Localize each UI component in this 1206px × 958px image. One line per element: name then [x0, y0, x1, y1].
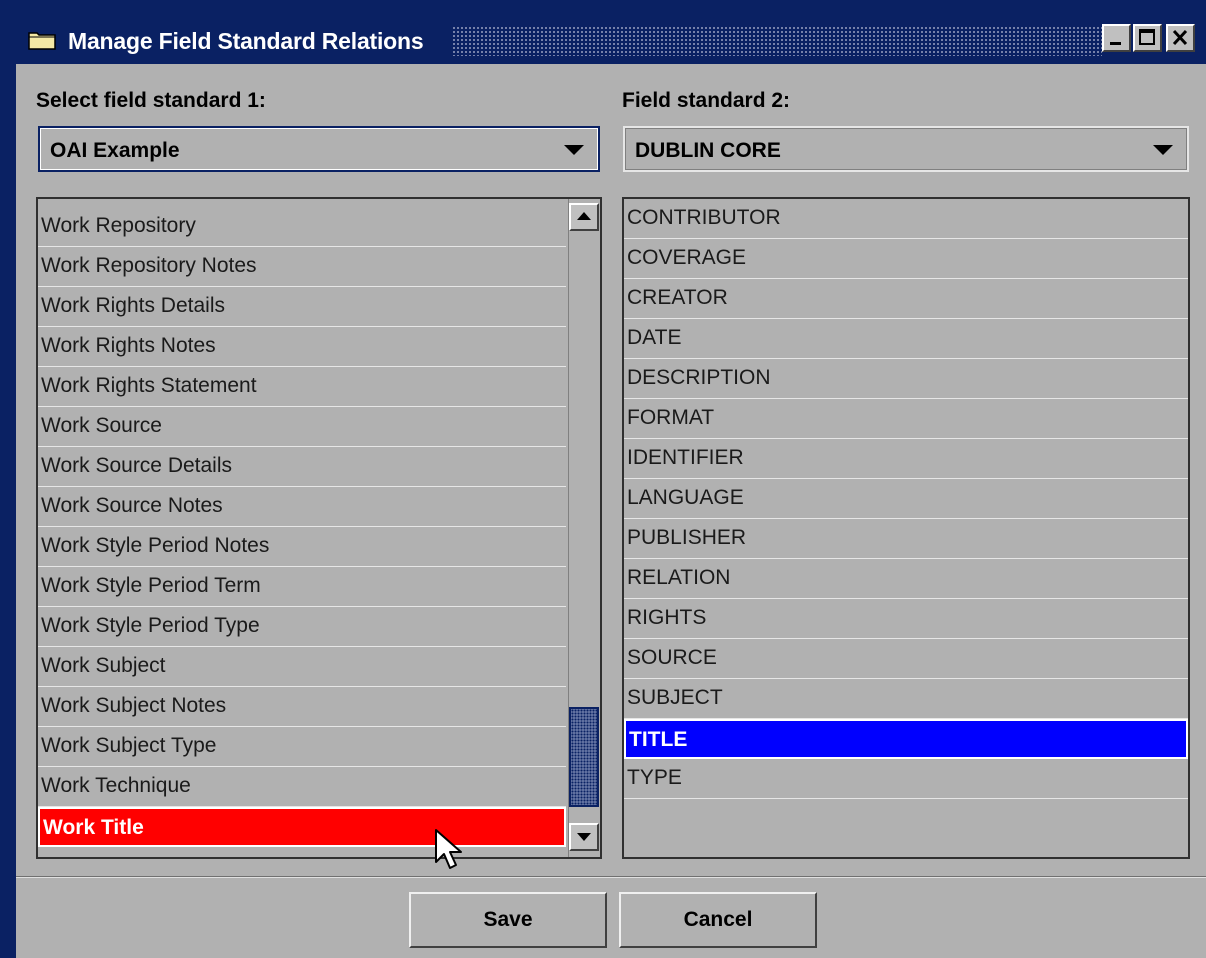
field-standard-2-combo[interactable]: DUBLIN CORE — [623, 126, 1189, 172]
field-standard-1-label: Select field standard 1: — [36, 89, 266, 112]
dialog-window: Manage Field Standard Relations Select f… — [0, 0, 1206, 958]
list-item[interactable]: Work Source Details — [38, 447, 566, 487]
save-button[interactable]: Save — [409, 892, 607, 948]
list-item[interactable]: RIGHTS — [624, 599, 1188, 639]
list-item[interactable]: Work Repository Notes — [38, 247, 566, 287]
maximize-icon — [1139, 29, 1155, 45]
minimize-icon — [1110, 42, 1121, 45]
list-item[interactable]: Work Technique — [38, 767, 566, 807]
scroll-down-button[interactable] — [569, 823, 599, 851]
scroll-up-button[interactable] — [569, 203, 599, 231]
close-icon — [1172, 29, 1188, 46]
cancel-button[interactable]: Cancel — [619, 892, 817, 948]
list-item[interactable]: COVERAGE — [624, 239, 1188, 279]
list-item[interactable]: Work Rights Notes — [38, 327, 566, 367]
title-bar-pattern — [452, 26, 1102, 56]
scroll-thumb[interactable] — [569, 707, 599, 807]
list-item[interactable]: Work Rights Statement — [38, 367, 566, 407]
list-item[interactable]: Work Subject Notes — [38, 687, 566, 727]
list-item[interactable]: FORMAT — [624, 399, 1188, 439]
list-item[interactable]: CONTRIBUTOR — [624, 199, 1188, 239]
list-item[interactable]: RELATION — [624, 559, 1188, 599]
list-item[interactable]: Work Repository — [38, 207, 566, 247]
list-item-selected[interactable]: Work Title — [38, 807, 566, 847]
field-standard-1-combo[interactable]: OAI Example — [38, 126, 600, 172]
list-item[interactable]: PUBLISHER — [624, 519, 1188, 559]
separator — [16, 876, 1206, 878]
list-item[interactable]: Work Source — [38, 407, 566, 447]
field-standard-1-list[interactable]: Work Repository Work Repository Notes Work… — [36, 197, 602, 859]
list-item[interactable]: DESCRIPTION — [624, 359, 1188, 399]
chevron-down-icon[interactable] — [564, 145, 584, 155]
list-item[interactable]: LANGUAGE — [624, 479, 1188, 519]
mouse-cursor-icon — [435, 829, 462, 869]
chevron-down-icon[interactable] — [1153, 145, 1173, 155]
list-item[interactable]: Work Style Period Type — [38, 607, 566, 647]
list-item[interactable]: CREATOR — [624, 279, 1188, 319]
list-item[interactable]: TYPE — [624, 759, 1188, 799]
list-item-selected[interactable]: TITLE — [624, 719, 1188, 759]
field-standard-2-list[interactable]: CONTRIBUTOR COVERAGE CREATOR DATE DESCRIPTIO… — [622, 197, 1190, 859]
folder-icon — [28, 32, 56, 50]
field-standard-2-value: DUBLIN CORE — [635, 139, 781, 162]
left-list-scrollbar[interactable] — [568, 199, 600, 857]
arrow-down-icon — [577, 833, 591, 841]
list-item[interactable]: SOURCE — [624, 639, 1188, 679]
list-item[interactable]: Work Style Period Term — [38, 567, 566, 607]
field-standard-1-value: OAI Example — [50, 139, 180, 162]
list-item[interactable]: Work Style Period Notes — [38, 527, 566, 567]
minimize-button[interactable] — [1102, 24, 1131, 52]
list-item[interactable]: Work Source Notes — [38, 487, 566, 527]
list-item[interactable]: IDENTIFIER — [624, 439, 1188, 479]
list-item[interactable]: DATE — [624, 319, 1188, 359]
window-title: Manage Field Standard Relations — [68, 28, 424, 54]
arrow-up-icon — [577, 212, 591, 220]
list-item[interactable]: SUBJECT — [624, 679, 1188, 719]
list-item[interactable]: Work Subject — [38, 647, 566, 687]
title-bar[interactable]: Manage Field Standard Relations — [16, 18, 1206, 64]
list-item[interactable]: Work Subject Type — [38, 727, 566, 767]
close-button[interactable] — [1166, 24, 1195, 52]
dialog-content: Select field standard 1: OAI Example Wor… — [16, 64, 1206, 958]
field-standard-2-label: Field standard 2: — [622, 89, 791, 112]
list-item[interactable]: Work Rights Details — [38, 287, 566, 327]
maximize-button[interactable] — [1133, 24, 1162, 52]
